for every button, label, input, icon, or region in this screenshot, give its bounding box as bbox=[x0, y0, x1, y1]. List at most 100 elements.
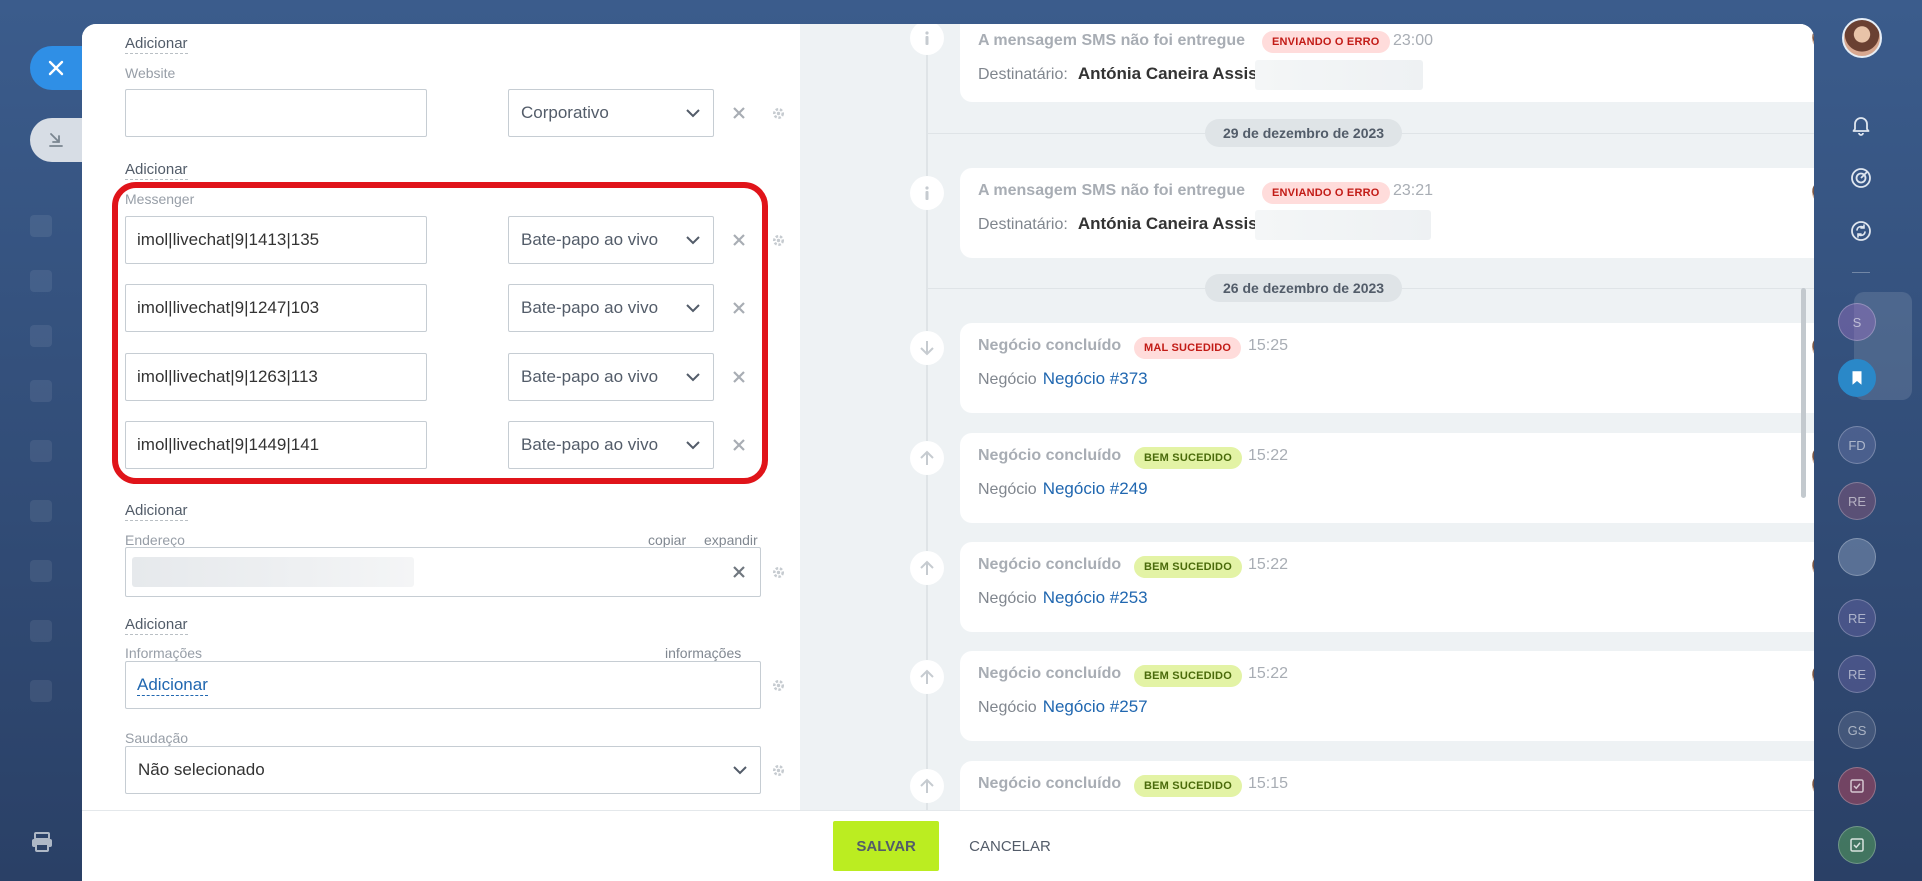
website-input[interactable] bbox=[125, 89, 427, 137]
timeline-card: Negócio concluído BEM SUCEDIDO 15:22 Neg… bbox=[960, 433, 1814, 523]
event-title: Negócio concluído bbox=[978, 665, 1122, 682]
timeline-card: A mensagem SMS não foi entregue ENVIANDO… bbox=[960, 168, 1814, 258]
event-time: 15:22 bbox=[1248, 556, 1289, 573]
deal-label: Negócio bbox=[978, 699, 1037, 716]
event-title: Negócio concluído bbox=[978, 447, 1122, 464]
author-avatar[interactable] bbox=[1812, 773, 1814, 797]
expand-address-link[interactable]: expandir bbox=[704, 532, 758, 548]
arrow-up-icon bbox=[910, 660, 944, 694]
status-badge: MAL SUCEDIDO bbox=[1134, 337, 1242, 359]
rail-ghost-item bbox=[30, 270, 52, 292]
website-type-value: Corporativo bbox=[521, 103, 609, 122]
rail-avatar-re[interactable]: RE bbox=[1838, 482, 1876, 520]
rail-divider bbox=[1852, 272, 1870, 273]
print-icon[interactable] bbox=[30, 830, 54, 854]
rail-ghost-item bbox=[30, 325, 52, 347]
gear-icon[interactable] bbox=[770, 232, 787, 249]
status-badge: BEM SUCEDIDO bbox=[1134, 447, 1242, 469]
recipient-name: Antónia Caneira Assis bbox=[1077, 214, 1258, 233]
event-deal: Negócio Negócio #249 bbox=[978, 479, 1148, 499]
timeline: A mensagem SMS não foi entregue ENVIANDO… bbox=[800, 24, 1814, 851]
rail-ghost-item bbox=[30, 620, 52, 642]
sync-button[interactable] bbox=[1846, 216, 1876, 246]
clear-address-icon[interactable] bbox=[732, 565, 746, 579]
redacted-phone bbox=[1255, 210, 1431, 240]
rail-bookmark-button[interactable] bbox=[1838, 359, 1876, 397]
address-label: Endereço bbox=[125, 532, 185, 548]
chevron-down-icon bbox=[686, 109, 700, 118]
rail-ghost-item bbox=[30, 215, 52, 237]
author-avatar[interactable] bbox=[1812, 335, 1814, 359]
event-recipient: Destinatário: Antónia Caneira Assis bbox=[978, 214, 1258, 234]
close-icon bbox=[48, 60, 64, 76]
rail-tasks-button[interactable] bbox=[1838, 826, 1876, 864]
cancel-button[interactable]: CANCELAR bbox=[957, 838, 1063, 855]
status-badge: BEM SUCEDIDO bbox=[1134, 556, 1242, 578]
rail-tasks-button[interactable] bbox=[1838, 767, 1876, 805]
info-field[interactable]: Adicionar bbox=[125, 661, 761, 709]
rail-avatar-image[interactable] bbox=[1838, 538, 1876, 576]
add-address-link[interactable]: Adicionar bbox=[125, 616, 188, 635]
left-rail bbox=[0, 0, 82, 881]
author-avatar[interactable] bbox=[1812, 445, 1814, 469]
save-button[interactable]: SALVAR bbox=[833, 821, 940, 871]
bookmark-icon bbox=[1852, 371, 1862, 385]
status-badge: BEM SUCEDIDO bbox=[1134, 665, 1242, 687]
minimize-slider-button[interactable] bbox=[30, 118, 82, 162]
author-avatar[interactable] bbox=[1812, 180, 1814, 204]
event-title: Negócio concluído bbox=[978, 337, 1122, 354]
timeline-scrollbar[interactable] bbox=[1801, 288, 1806, 498]
status-badge: ENVIANDO O ERRO bbox=[1262, 182, 1390, 204]
info-icon bbox=[910, 24, 944, 55]
deal-link[interactable]: Negócio #257 bbox=[1043, 697, 1148, 716]
status-badge: ENVIANDO O ERRO bbox=[1262, 31, 1390, 53]
remove-website-icon[interactable] bbox=[732, 106, 746, 120]
user-avatar[interactable] bbox=[1842, 18, 1882, 58]
sync-icon bbox=[1851, 221, 1871, 241]
greeting-select[interactable]: Não selecionado bbox=[125, 746, 761, 794]
add-info-link[interactable]: Adicionar bbox=[137, 675, 208, 696]
event-title: A mensagem SMS não foi entregue bbox=[978, 32, 1246, 49]
rail-avatar-re[interactable]: RE bbox=[1838, 655, 1876, 693]
website-label: Website bbox=[125, 65, 176, 81]
rail-avatar-re[interactable]: RE bbox=[1838, 599, 1876, 637]
info-label: Informações bbox=[125, 645, 203, 661]
add-website-link[interactable]: Adicionar bbox=[125, 161, 188, 180]
deal-label: Negócio bbox=[978, 481, 1037, 498]
address-input[interactable] bbox=[125, 547, 761, 597]
copy-address-link[interactable]: copiar bbox=[648, 532, 686, 548]
rail-avatar-fd[interactable]: FD bbox=[1838, 426, 1876, 464]
notifications-button[interactable] bbox=[1846, 110, 1876, 140]
gear-icon[interactable] bbox=[770, 762, 787, 779]
website-type-select[interactable]: Corporativo bbox=[508, 89, 714, 137]
right-rail: S FD RE RE RE GS bbox=[1814, 0, 1922, 881]
event-time: 15:15 bbox=[1248, 775, 1289, 792]
deal-link[interactable]: Negócio #249 bbox=[1043, 479, 1148, 498]
greeting-value: Não selecionado bbox=[138, 760, 265, 779]
event-deal: Negócio Negócio #253 bbox=[978, 588, 1148, 608]
author-avatar[interactable] bbox=[1812, 554, 1814, 578]
deal-link[interactable]: Negócio #253 bbox=[1043, 588, 1148, 607]
event-title: A mensagem SMS não foi entregue bbox=[978, 182, 1246, 199]
add-messenger-link[interactable]: Adicionar bbox=[125, 502, 188, 521]
greeting-label: Saudação bbox=[125, 730, 189, 746]
rail-ghost-item bbox=[30, 380, 52, 402]
rail-avatar-s[interactable]: S bbox=[1838, 303, 1876, 341]
author-avatar[interactable] bbox=[1812, 26, 1814, 50]
author-avatar[interactable] bbox=[1812, 663, 1814, 687]
entity-editor-slider: Adicionar Website Corporativo Adicionar … bbox=[82, 24, 1814, 881]
pulse-button[interactable] bbox=[1846, 163, 1876, 193]
rail-avatar-gs[interactable]: GS bbox=[1838, 711, 1876, 749]
date-pill: 29 de dezembro de 2023 bbox=[1205, 119, 1403, 147]
close-slider-button[interactable] bbox=[30, 46, 82, 90]
recipient-label: Destinatário: bbox=[978, 66, 1068, 83]
arrow-up-icon bbox=[910, 769, 944, 803]
gear-icon[interactable] bbox=[770, 677, 787, 694]
add-link[interactable]: Adicionar bbox=[125, 35, 188, 54]
gear-icon[interactable] bbox=[770, 105, 787, 122]
deal-link[interactable]: Negócio #373 bbox=[1043, 369, 1148, 388]
slider-footer: SALVAR CANCELAR bbox=[82, 810, 1814, 881]
target-icon bbox=[1851, 168, 1871, 188]
gear-icon[interactable] bbox=[770, 564, 787, 581]
rail-ghost-item bbox=[30, 440, 52, 462]
